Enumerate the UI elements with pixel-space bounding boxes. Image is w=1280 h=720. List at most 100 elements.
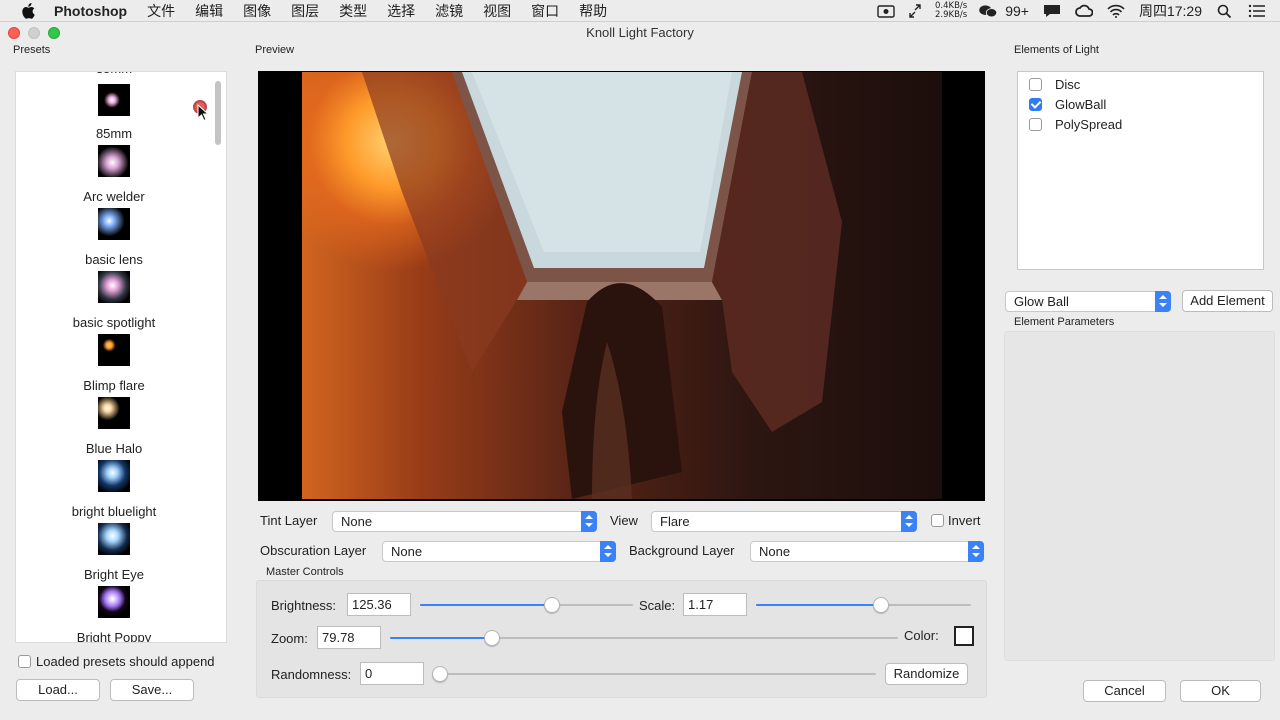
presets-label: Presets <box>13 44 51 56</box>
randomness-input[interactable]: 0 <box>360 662 424 685</box>
scale-slider[interactable] <box>756 595 971 615</box>
mouse-pointer-icon <box>197 104 209 122</box>
preset-label[interactable]: 85mm <box>16 126 212 141</box>
menu-filter[interactable]: 滤镜 <box>435 1 463 21</box>
preset-thumb-35mm[interactable] <box>16 84 212 116</box>
checkmark-icon <box>1030 98 1042 109</box>
view-label: View <box>610 513 638 528</box>
scale-label: Scale: <box>639 598 676 613</box>
presets-scrollbar[interactable] <box>215 81 221 145</box>
brightness-slider[interactable] <box>420 595 633 615</box>
preset-thumb[interactable] <box>16 271 212 303</box>
invert-checkbox[interactable] <box>931 514 944 527</box>
brightness-input[interactable]: 125.36 <box>347 593 411 616</box>
preset-thumb[interactable] <box>16 586 212 618</box>
minimize-button[interactable] <box>28 27 40 39</box>
preset-thumb[interactable] <box>16 460 212 492</box>
pink-glow-icon <box>98 145 130 177</box>
pink-lens-icon <box>98 271 130 303</box>
elements-list[interactable]: Disc GlowBall PolySpread <box>1017 71 1264 270</box>
clock[interactable]: 周四17:29 <box>1139 1 1202 21</box>
tint-layer-value: None <box>341 514 373 529</box>
element-type-select[interactable]: Glow Ball <box>1005 291 1171 312</box>
screen-record-icon[interactable] <box>877 4 895 18</box>
zoom-slider[interactable] <box>390 628 898 648</box>
message-icon[interactable] <box>1043 4 1061 18</box>
search-icon[interactable] <box>1216 4 1234 18</box>
menu-window[interactable]: 窗口 <box>531 1 559 21</box>
color-swatch[interactable] <box>954 626 974 646</box>
add-element-button[interactable]: Add Element <box>1182 290 1273 312</box>
obscuration-layer-value: None <box>391 544 423 559</box>
preset-thumb[interactable] <box>16 208 212 240</box>
menu-layer[interactable]: 图层 <box>291 1 319 21</box>
preset-label[interactable]: basic spotlight <box>16 315 212 330</box>
background-layer-select[interactable]: None <box>750 541 984 562</box>
notification-center-icon[interactable] <box>1248 4 1266 18</box>
element-parameters-panel <box>1004 331 1275 661</box>
load-button[interactable]: Load... <box>16 679 100 701</box>
menu-image[interactable]: 图像 <box>243 1 271 21</box>
light-factory-window: Knoll Light Factory Presets 35mm 85mm Arc… <box>0 23 1280 720</box>
preset-label[interactable]: Bright Eye <box>16 567 212 582</box>
zoom-button[interactable] <box>48 27 60 39</box>
element-item-glowball[interactable]: GlowBall <box>1018 96 1263 114</box>
purple-ring-icon <box>98 586 130 618</box>
randomness-slider[interactable] <box>432 664 876 684</box>
menu-bar: Photoshop 文件 编辑 图像 图层 类型 选择 滤镜 视图 窗口 帮助 … <box>0 0 1280 22</box>
element-item-polyspread[interactable]: PolySpread <box>1018 116 1263 134</box>
menu-help[interactable]: 帮助 <box>579 1 607 21</box>
apple-icon[interactable] <box>21 3 35 19</box>
zoom-input[interactable]: 79.78 <box>317 626 381 649</box>
preset-label[interactable]: Blue Halo <box>16 441 212 456</box>
preset-label[interactable]: Arc welder <box>16 189 212 204</box>
menu-view[interactable]: 视图 <box>483 1 511 21</box>
element-label-disc: Disc <box>1055 77 1081 92</box>
preset-label[interactable]: Bright Poppy <box>16 630 212 642</box>
menu-edit[interactable]: 编辑 <box>195 1 223 21</box>
menu-app-name[interactable]: Photoshop <box>54 3 127 19</box>
wifi-icon[interactable] <box>1107 4 1125 18</box>
master-controls-label: Master Controls <box>266 566 344 578</box>
scale-input[interactable]: 1.17 <box>683 593 747 616</box>
element-checkbox-disc[interactable] <box>1029 78 1042 91</box>
blue-burst-icon <box>98 460 130 492</box>
preset-label[interactable]: bright bluelight <box>16 504 212 519</box>
preview-label: Preview <box>255 44 295 56</box>
preset-thumb[interactable] <box>16 334 212 366</box>
menu-select[interactable]: 选择 <box>387 1 415 21</box>
element-checkbox-glowball[interactable] <box>1029 98 1042 111</box>
select-arrow-icon <box>1155 291 1171 312</box>
ok-button[interactable]: OK <box>1180 680 1261 702</box>
menu-file[interactable]: 文件 <box>147 1 175 21</box>
window-titlebar: Knoll Light Factory <box>0 23 1280 43</box>
expand-icon[interactable] <box>909 4 921 18</box>
brightness-slider-knob[interactable] <box>544 597 561 613</box>
preview-canvas[interactable] <box>258 71 985 501</box>
preset-thumb[interactable] <box>16 145 212 177</box>
wechat-icon[interactable] <box>977 4 999 18</box>
element-type-value: Glow Ball <box>1014 294 1069 309</box>
randomize-button[interactable]: Randomize <box>885 663 968 685</box>
obscuration-layer-select[interactable]: None <box>382 541 616 562</box>
presets-list[interactable]: 35mm 85mm Arc welder basic lens basic spotl… <box>15 71 227 643</box>
scale-slider-knob[interactable] <box>872 597 889 613</box>
element-item-disc[interactable]: Disc <box>1018 76 1263 94</box>
append-checkbox[interactable] <box>18 655 31 668</box>
save-button[interactable]: Save... <box>110 679 194 701</box>
view-select[interactable]: Flare <box>651 511 917 532</box>
preset-35mm-label[interactable]: 35mm <box>16 72 212 78</box>
preset-thumb[interactable] <box>16 523 212 555</box>
cancel-button[interactable]: Cancel <box>1083 680 1166 702</box>
close-button[interactable] <box>8 27 20 39</box>
network-speed: 0.4KB/s 2.9KB/s <box>935 2 967 20</box>
tint-layer-select[interactable]: None <box>332 511 597 532</box>
randomness-slider-knob[interactable] <box>432 666 448 682</box>
preset-label[interactable]: Blimp flare <box>16 378 212 393</box>
preset-thumb[interactable] <box>16 397 212 429</box>
element-checkbox-polyspread[interactable] <box>1029 118 1042 131</box>
creative-cloud-icon[interactable] <box>1075 4 1093 18</box>
menu-type[interactable]: 类型 <box>339 1 367 21</box>
preset-label[interactable]: basic lens <box>16 252 212 267</box>
zoom-slider-knob[interactable] <box>483 630 500 646</box>
